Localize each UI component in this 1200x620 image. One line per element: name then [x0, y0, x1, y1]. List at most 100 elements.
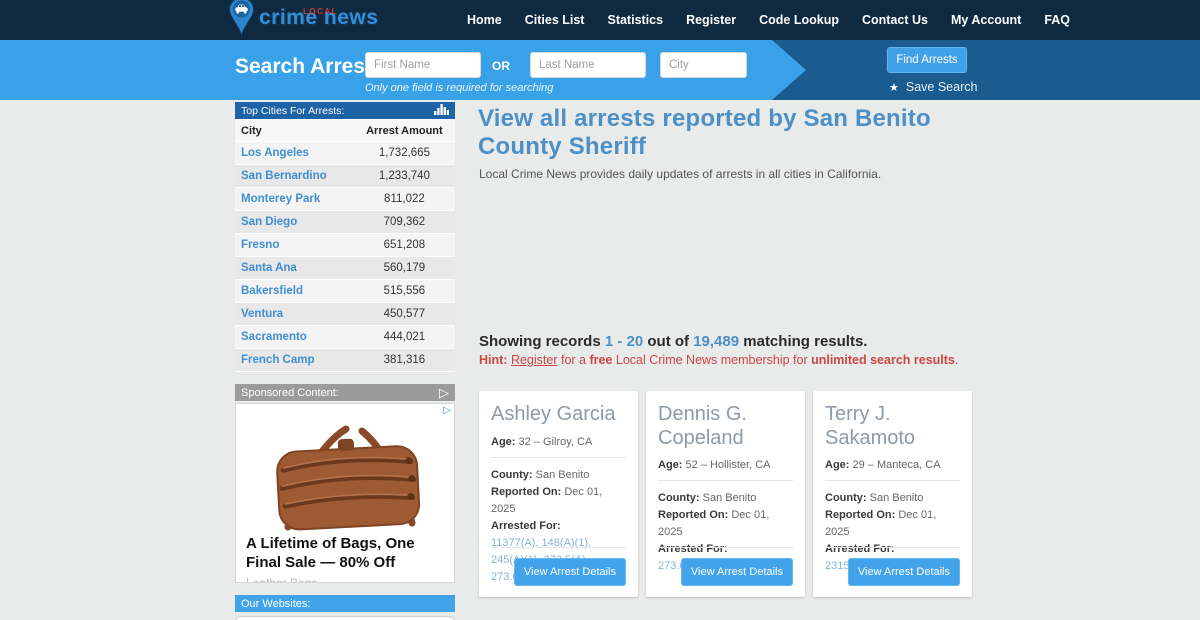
arrest-amount: 1,732,665 — [353, 142, 455, 164]
nav-menu: Home Cities List Statistics Register Cod… — [467, 0, 1070, 40]
table-row: Ventura 450,577 — [235, 303, 455, 325]
ad-advertiser: Leather Bags — [246, 575, 318, 583]
county-label: County: — [491, 468, 533, 481]
map-pin-car-icon — [228, 0, 255, 42]
county-value: San Benito — [535, 468, 590, 481]
logo-local-text: LOCAL — [303, 7, 339, 16]
arrest-amount: 811,022 — [353, 188, 455, 210]
col-header-city: City — [235, 120, 354, 141]
arrested-for-label: Arrested For: — [491, 519, 561, 532]
sponsored-ad[interactable]: ▷ A Lifetime of Bags, One Final Sale — 8… — [235, 403, 455, 583]
nav-faq[interactable]: FAQ — [1044, 13, 1070, 27]
arrest-amount: 450,577 — [353, 303, 455, 325]
page-title: View all arrests reported by San Benito … — [478, 105, 931, 160]
save-search-label: Save Search — [905, 80, 978, 94]
register-link[interactable]: Register — [511, 353, 558, 367]
top-cities-table: City Arrest Amount Los Angeles 1,732,665 … — [235, 119, 455, 372]
reported-on-label: Reported On: — [658, 509, 729, 522]
age-label: Age: — [658, 459, 683, 472]
results-count-line: Showing records 1 - 20 out of 19,489 mat… — [479, 333, 979, 350]
arrest-amount: 651,208 — [353, 234, 455, 256]
nav-contact-us[interactable]: Contact Us — [862, 13, 928, 27]
arrest-card: Dennis G. Copeland Age: 52 – Hollister, … — [646, 391, 805, 597]
county-value: San Benito — [702, 492, 757, 505]
save-search-link[interactable]: ★ Save Search — [889, 80, 977, 94]
arrestee-name[interactable]: Terry J. Sakamoto — [825, 403, 960, 450]
table-row: Santa Ana 560,179 — [235, 257, 455, 279]
results-suffix: matching results. — [739, 333, 868, 350]
main-content: View all arrests reported by San Benito … — [470, 100, 980, 597]
site-logo[interactable]: LOCAL crime news — [228, 0, 378, 40]
arrest-card: Ashley Garcia Age: 32 – Gilroy, CA Count… — [479, 391, 638, 597]
page-subtitle: Local Crime News provides daily updates … — [479, 167, 882, 181]
first-name-input[interactable] — [365, 52, 481, 78]
search-requirement-note: Only one field is required for searching — [365, 82, 554, 94]
nav-code-lookup[interactable]: Code Lookup — [759, 13, 839, 27]
table-row: Monterey Park 811,022 — [235, 188, 455, 210]
ad-headline[interactable]: A Lifetime of Bags, One Final Sale — 80%… — [246, 535, 444, 573]
last-name-input[interactable] — [530, 52, 646, 78]
our-websites-label: Our Websites: — [241, 597, 311, 610]
arrest-cards: Ashley Garcia Age: 32 – Gilroy, CA Count… — [479, 391, 972, 597]
adchoices-icon[interactable]: ▷ — [439, 386, 449, 399]
nav-statistics[interactable]: Statistics — [607, 13, 663, 27]
handbag-ad-image — [276, 425, 421, 531]
our-websites-box — [235, 616, 455, 620]
nav-register[interactable]: Register — [686, 13, 736, 27]
reported-on-label: Reported On: — [825, 509, 896, 522]
col-header-arrest-amount: Arrest Amount — [353, 120, 455, 141]
arrest-amount: 515,556 — [353, 280, 455, 302]
top-cities-header: Top Cities For Arrests: — [235, 102, 455, 119]
view-arrest-details-button[interactable]: View Arrest Details — [513, 558, 626, 586]
city-link[interactable]: Bakersfield — [235, 280, 354, 302]
view-arrest-details-button[interactable]: View Arrest Details — [680, 558, 793, 586]
arrest-amount: 560,179 — [353, 257, 455, 279]
city-link[interactable]: Ventura — [235, 303, 354, 325]
results-total: 19,489 — [693, 333, 740, 350]
arrest-amount: 709,362 — [353, 211, 455, 233]
age-location: 32 – Gilroy, CA — [518, 435, 593, 448]
age-location: 29 – Manteca, CA — [852, 459, 941, 472]
city-link[interactable]: Fresno — [235, 234, 354, 256]
arrestee-name[interactable]: Dennis G. Copeland — [658, 403, 793, 450]
arrest-card: Terry J. Sakamoto Age: 29 – Manteca, CA … — [813, 391, 972, 597]
search-arrests-title: Search Arrests — [235, 55, 384, 78]
city-link[interactable]: French Camp — [235, 349, 354, 371]
arrest-amount: 1,233,740 — [353, 165, 455, 187]
nav-my-account[interactable]: My Account — [951, 13, 1021, 27]
nav-cities-list[interactable]: Cities List — [525, 13, 585, 27]
table-row: San Diego 709,362 — [235, 211, 455, 233]
results-range: 1 - 20 — [604, 333, 644, 350]
city-link[interactable]: Sacramento — [235, 326, 354, 348]
city-link[interactable]: San Diego — [235, 211, 354, 233]
search-arrests-bar: Search Arrests OR Only one field is requ… — [0, 40, 1200, 100]
star-icon: ★ — [889, 81, 899, 94]
sidebar: Top Cities For Arrests: City Arrest Amou… — [235, 102, 455, 620]
age-location: 52 – Hollister, CA — [685, 459, 771, 472]
county-label: County: — [825, 492, 867, 505]
city-link[interactable]: Santa Ana — [235, 257, 354, 279]
adchoices-corner-icon[interactable]: ▷ — [443, 405, 451, 416]
bar-chart-icon — [434, 103, 449, 118]
age-label: Age: — [491, 435, 516, 448]
top-navigation: LOCAL crime news Home Cities List Statis… — [0, 0, 1200, 40]
county-label: County: — [658, 492, 700, 505]
sponsored-content-header: Sponsored Content: ▷ — [235, 384, 455, 401]
results-middle: out of — [643, 333, 694, 350]
city-link[interactable]: Los Angeles — [235, 142, 354, 164]
find-arrests-button[interactable]: Find Arrests — [887, 47, 967, 73]
city-link[interactable]: Monterey Park — [235, 188, 354, 210]
hint-label: Hint: — [479, 353, 508, 367]
arrestee-name[interactable]: Ashley Garcia — [491, 403, 626, 427]
table-row: Los Angeles 1,732,665 — [235, 142, 455, 164]
city-input[interactable] — [660, 52, 747, 78]
view-arrest-details-button[interactable]: View Arrest Details — [847, 558, 960, 586]
arrest-amount: 444,021 — [353, 326, 455, 348]
or-label: OR — [492, 59, 510, 73]
sponsored-content-label: Sponsored Content: — [241, 386, 339, 399]
nav-home[interactable]: Home — [467, 13, 502, 27]
arrest-amount: 381,316 — [353, 349, 455, 371]
register-hint-line: Hint: Register for a free Local Crime Ne… — [479, 353, 959, 367]
city-link[interactable]: San Bernardino — [235, 165, 354, 187]
top-cities-header-label: Top Cities For Arrests: — [241, 104, 345, 117]
